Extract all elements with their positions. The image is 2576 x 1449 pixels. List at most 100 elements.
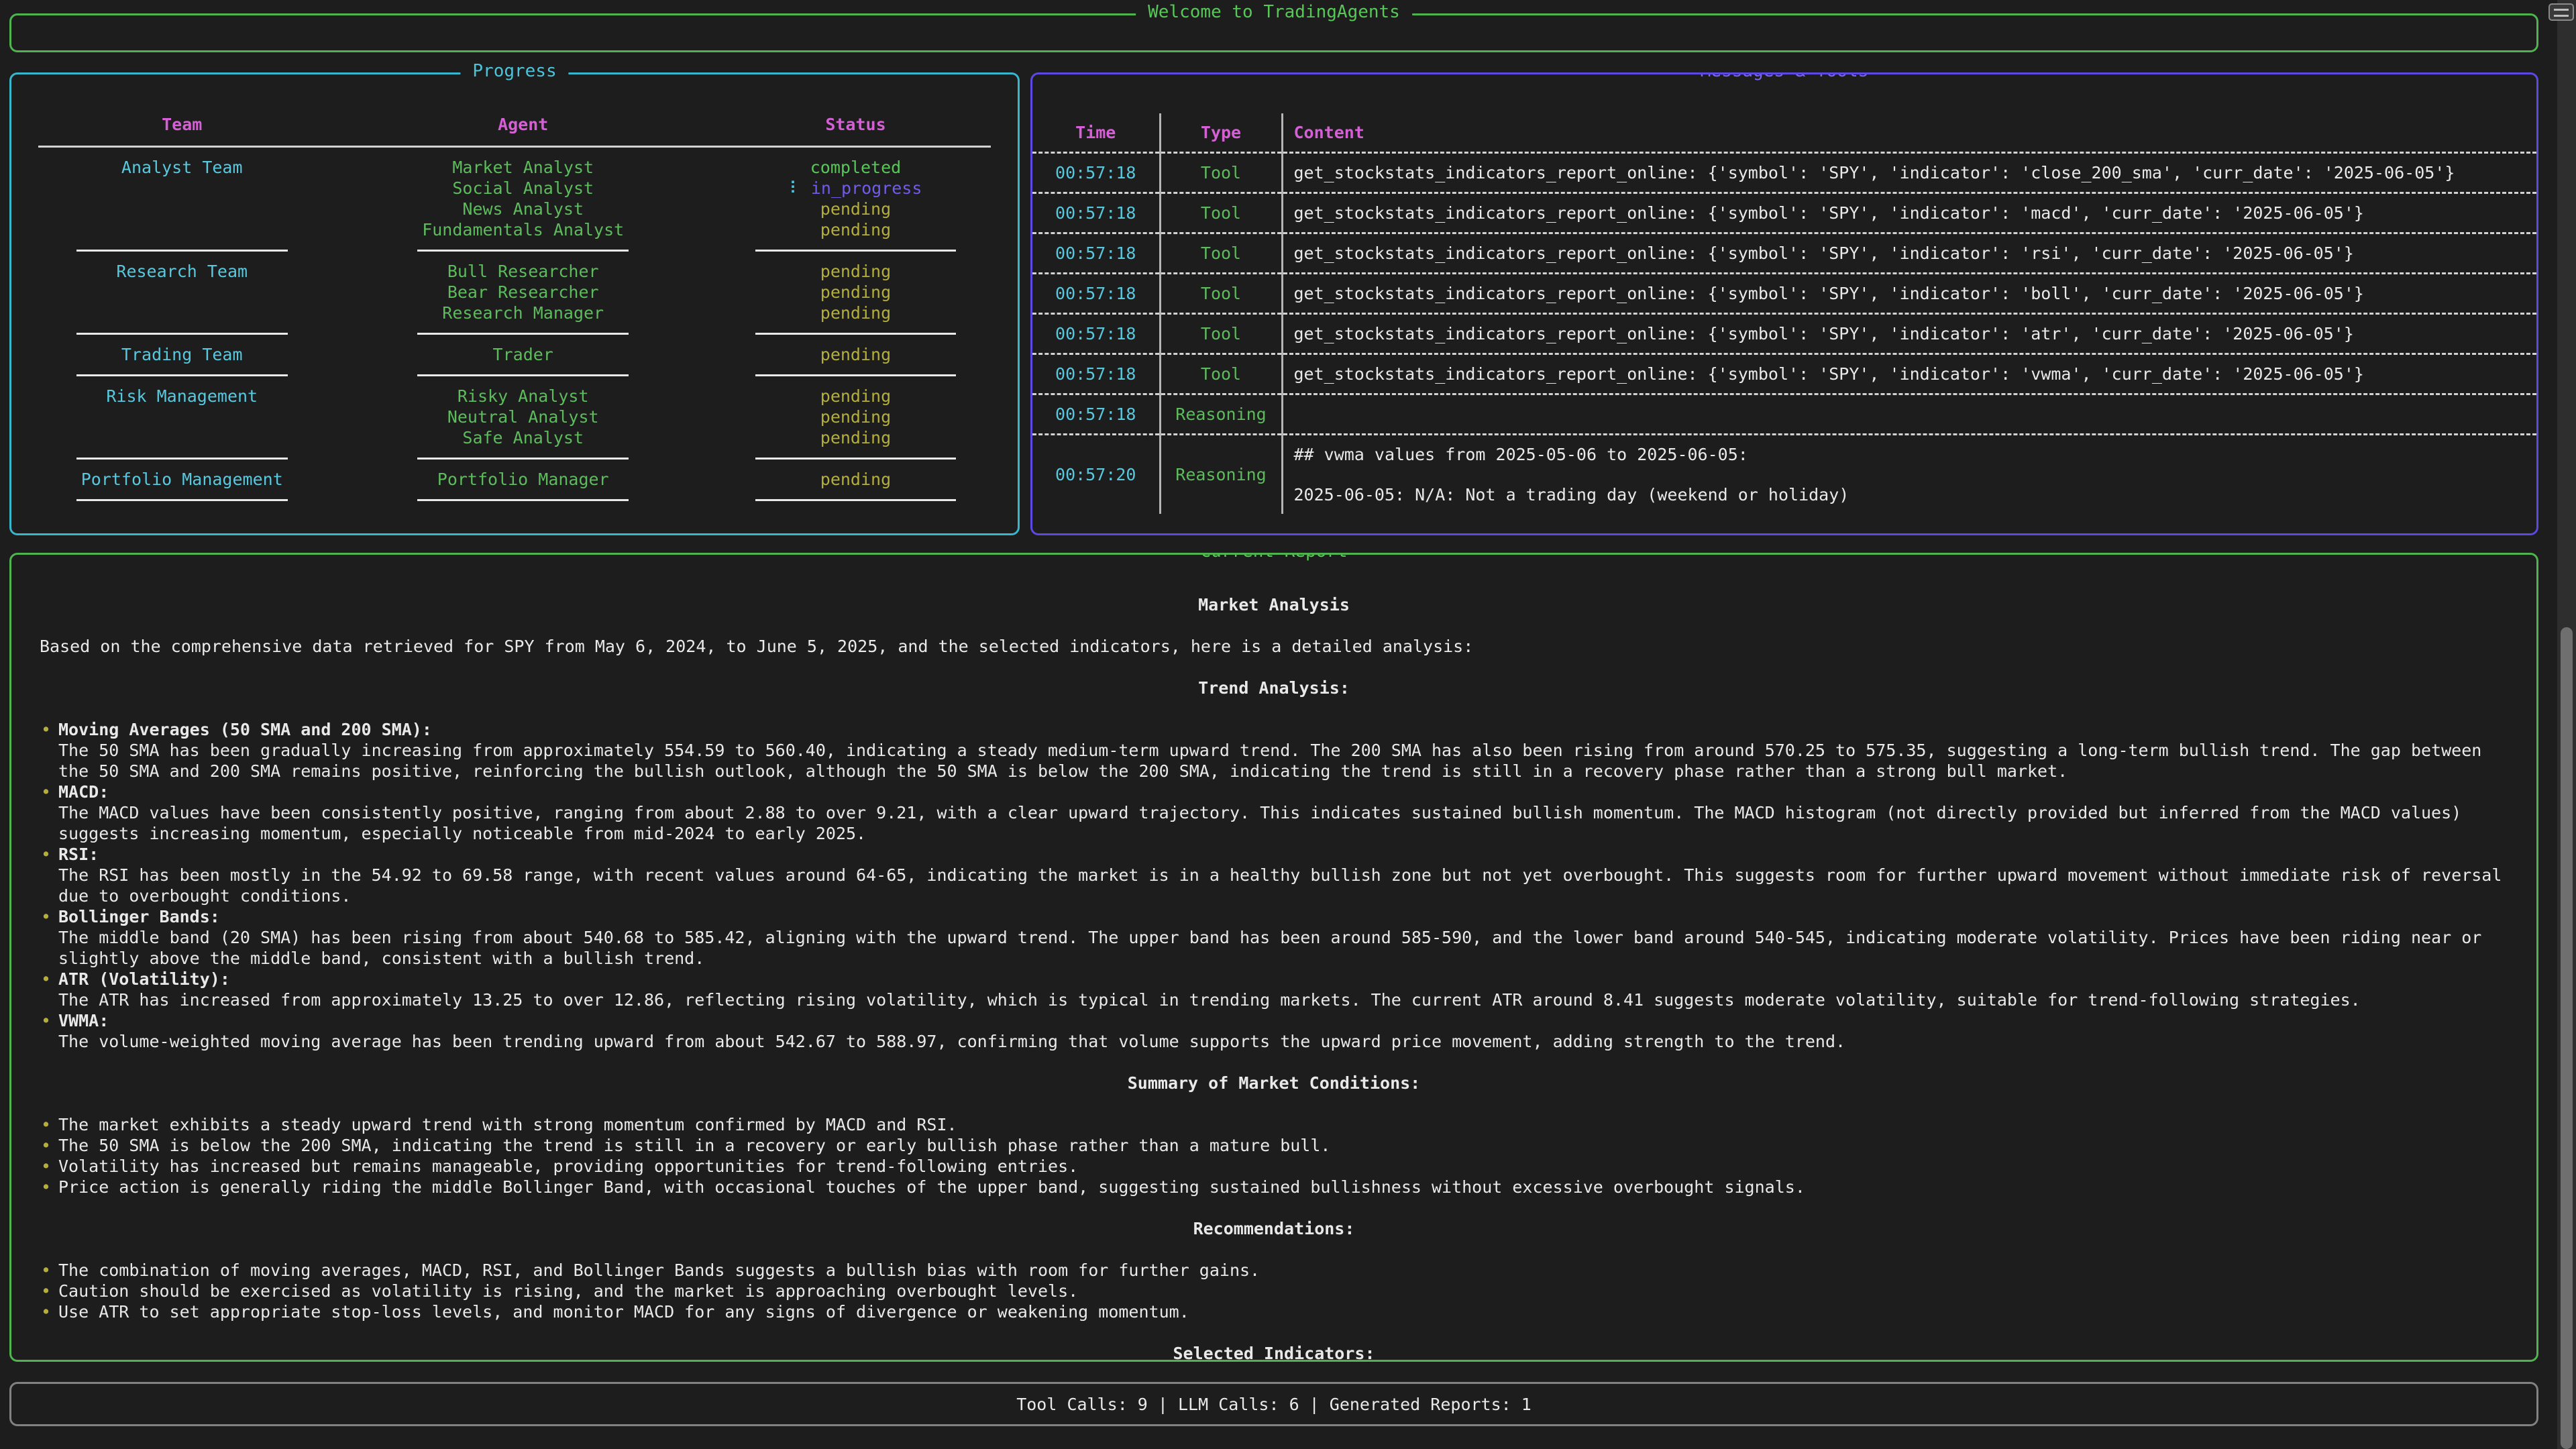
progress-panel-title: Progress bbox=[460, 61, 568, 81]
message-content-line: ## vwma values from 2025-05-06 to 2025-0… bbox=[1294, 445, 2526, 464]
table-row: 00:57:18 Tool get_stockstats_indicators_… bbox=[1032, 153, 2536, 193]
progress-group-risk-management: Risk Management Risky Analyst Neutral An… bbox=[11, 386, 1018, 448]
progress-group-analyst-team: Analyst Team Market Analyst Social Analy… bbox=[11, 157, 1018, 240]
summary-list: • The market exhibits a steady upward tre… bbox=[40, 1114, 2508, 1197]
status-badge: pending bbox=[694, 219, 1018, 240]
status-badge: pending bbox=[694, 261, 1018, 282]
team-name: Analyst Team bbox=[11, 157, 352, 240]
message-time: 00:57:18 bbox=[1032, 314, 1160, 354]
selected-indicators-heading: Selected Indicators: bbox=[40, 1343, 2508, 1362]
message-time: 00:57:18 bbox=[1032, 153, 1160, 193]
agent-name: Bear Researcher bbox=[352, 282, 693, 303]
trend-item-label: VWMA: bbox=[58, 1010, 2508, 1031]
progress-table: Team Agent Status Analyst Team Market An… bbox=[11, 74, 1018, 511]
bullet-dot: • bbox=[41, 782, 51, 802]
agent-name: Fundamentals Analyst bbox=[352, 219, 693, 240]
agent-name: Trader bbox=[352, 344, 693, 365]
list-item: •The combination of moving averages, MAC… bbox=[40, 1260, 2508, 1281]
status-badge: ⠇in_progress bbox=[694, 178, 1018, 199]
bullet-dot: • bbox=[41, 844, 51, 865]
list-item: • The market exhibits a steady upward tre… bbox=[40, 1114, 2508, 1135]
recommendations-heading: Recommendations: bbox=[40, 1218, 2508, 1239]
list-item: • Use ATR to set appropriate stop-loss le… bbox=[40, 1301, 2508, 1322]
agent-name: Portfolio Manager bbox=[352, 469, 693, 490]
message-type: Reasoning bbox=[1160, 394, 1282, 435]
summary-item: Price action is generally riding the mid… bbox=[58, 1177, 1805, 1197]
status-badge: pending bbox=[694, 303, 1018, 323]
bullet-dot: • bbox=[41, 906, 51, 927]
progress-group-portfolio-management: Portfolio Management Portfolio Manager p… bbox=[11, 469, 1018, 490]
report-content: Market Analysis Based on the comprehensi… bbox=[11, 555, 2536, 1362]
spinner-icon: ⠇ bbox=[790, 178, 802, 198]
trend-item-body: The middle band (20 SMA) has been rising… bbox=[58, 927, 2508, 969]
bullet-dot: • bbox=[41, 1301, 51, 1322]
group-divider bbox=[11, 448, 1018, 469]
trend-item-body: The MACD values have been consistently p… bbox=[58, 802, 2508, 844]
status-badge: pending bbox=[694, 427, 1018, 448]
progress-header-divider bbox=[38, 146, 991, 148]
progress-group-trading-team: Trading Team Trader pending bbox=[11, 344, 1018, 365]
report-heading: Market Analysis bbox=[40, 594, 2508, 615]
welcome-panel: Welcome to TradingAgents bbox=[9, 13, 2538, 52]
team-name: Risk Management bbox=[11, 386, 352, 448]
table-row: 00:57:18 Tool get_stockstats_indicators_… bbox=[1032, 314, 2536, 354]
message-content-line: 2025-06-05: N/A: Not a trading day (week… bbox=[1294, 485, 2526, 504]
recommendation-item: Use ATR to set appropriate stop-loss lev… bbox=[58, 1302, 1189, 1322]
stats-bar: Tool Calls: 9 | LLM Calls: 6 | Generated… bbox=[9, 1382, 2538, 1426]
message-content bbox=[1282, 394, 2536, 435]
trend-analysis-heading: Trend Analysis: bbox=[40, 678, 2508, 698]
message-type: Tool bbox=[1160, 354, 1282, 394]
progress-col-header-status: Status bbox=[694, 113, 1018, 136]
messages-col-header-type: Type bbox=[1160, 113, 1282, 153]
message-time: 00:57:18 bbox=[1032, 193, 1160, 233]
status-badge: pending bbox=[694, 407, 1018, 427]
list-item: • ATR (Volatility): The ATR has increase… bbox=[40, 969, 2508, 1010]
status-badge: pending bbox=[694, 386, 1018, 407]
trend-item-label: ATR (Volatility): bbox=[58, 969, 2508, 989]
message-type: Reasoning bbox=[1160, 435, 1282, 515]
message-type: Tool bbox=[1160, 233, 1282, 274]
agent-name: Risky Analyst bbox=[352, 386, 693, 407]
table-row: 00:57:18 Tool get_stockstats_indicators_… bbox=[1032, 274, 2536, 314]
agent-name: Bull Researcher bbox=[352, 261, 693, 282]
message-time: 00:57:20 bbox=[1032, 435, 1160, 515]
bullet-dot: • bbox=[41, 969, 51, 989]
status-badge: pending bbox=[694, 469, 1018, 490]
list-item: • Bollinger Bands: The middle band (20 S… bbox=[40, 906, 2508, 969]
agent-name: Neutral Analyst bbox=[352, 407, 693, 427]
message-content: get_stockstats_indicators_report_online:… bbox=[1282, 314, 2536, 354]
list-item: •Caution should be exercised as volatili… bbox=[40, 1281, 2508, 1301]
message-content: ## vwma values from 2025-05-06 to 2025-0… bbox=[1282, 435, 2536, 515]
bullet-dot: • bbox=[41, 1260, 51, 1281]
message-time: 00:57:18 bbox=[1032, 394, 1160, 435]
trend-item-body: The RSI has been mostly in the 54.92 to … bbox=[58, 865, 2508, 906]
message-content: get_stockstats_indicators_report_online:… bbox=[1282, 153, 2536, 193]
scrollbar-thumb[interactable] bbox=[2561, 627, 2573, 1449]
table-row: 00:57:18 Tool get_stockstats_indicators_… bbox=[1032, 233, 2536, 274]
messages-col-header-time: Time bbox=[1032, 113, 1160, 153]
table-row: 00:57:18 Tool get_stockstats_indicators_… bbox=[1032, 354, 2536, 394]
trend-item-body: The 50 SMA has been gradually increasing… bbox=[58, 740, 2508, 782]
message-type: Tool bbox=[1160, 153, 1282, 193]
bullet-dot: • bbox=[41, 1010, 51, 1031]
bullet-dot: • bbox=[41, 1114, 51, 1135]
bullet-dot: • bbox=[41, 1135, 51, 1156]
message-time: 00:57:18 bbox=[1032, 233, 1160, 274]
recommendations-list: •The combination of moving averages, MAC… bbox=[40, 1260, 2508, 1322]
current-report-panel: Current Report Market Analysis Based on … bbox=[9, 553, 2538, 1362]
bullet-dot: • bbox=[41, 1281, 51, 1301]
team-name: Trading Team bbox=[11, 344, 352, 365]
list-item: •The 50 SMA is below the 200 SMA, indica… bbox=[40, 1135, 2508, 1156]
messages-tools-panel: Messages & Tools Time Type Content 00:57… bbox=[1030, 72, 2538, 535]
list-item: • RSI: The RSI has been mostly in the 54… bbox=[40, 844, 2508, 906]
message-type: Tool bbox=[1160, 274, 1282, 314]
summary-item: The market exhibits a steady upward tren… bbox=[58, 1115, 957, 1134]
scrollbar-menu-icon[interactable] bbox=[2548, 3, 2574, 21]
agent-name: Research Manager bbox=[352, 303, 693, 323]
trend-item-label: MACD: bbox=[58, 782, 2508, 802]
list-item: •Price action is generally riding the mi… bbox=[40, 1177, 2508, 1197]
message-content: get_stockstats_indicators_report_online:… bbox=[1282, 274, 2536, 314]
welcome-title: Welcome to TradingAgents bbox=[1136, 2, 1412, 22]
scrollbar-track[interactable] bbox=[2557, 0, 2576, 1449]
progress-panel: Progress Team Agent Status Analyst Team … bbox=[9, 72, 1020, 535]
